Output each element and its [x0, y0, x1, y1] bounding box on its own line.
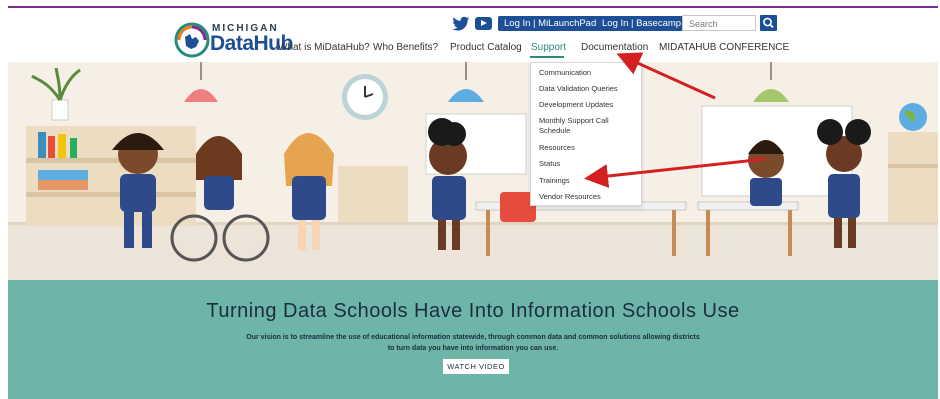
dropdown-item-data-validation-queries[interactable]: Data Validation Queries: [539, 84, 637, 94]
search-input[interactable]: Search: [682, 15, 756, 31]
dropdown-item-communication[interactable]: Communication: [539, 68, 637, 78]
dropdown-item-trainings[interactable]: Trainings: [539, 176, 637, 186]
dropdown-item-development-updates[interactable]: Development Updates: [539, 100, 637, 110]
login-milaunchpad-button[interactable]: Log In | MiLaunchPad: [498, 16, 603, 31]
nav-who-benefits[interactable]: Who Benefits?: [373, 42, 438, 53]
nav-active-underline: [530, 56, 564, 58]
nav-product-catalog[interactable]: Product Catalog: [450, 42, 522, 53]
banner-title: Turning Data Schools Have Into Informati…: [206, 300, 740, 322]
watch-video-button[interactable]: WATCH VIDEO: [443, 359, 509, 374]
dropdown-item-monthly-support-call[interactable]: Monthly Support Call: [539, 116, 637, 126]
youtube-icon[interactable]: [475, 17, 492, 30]
logo-mark-icon: [174, 22, 210, 58]
support-dropdown-menu: Communication Data Validation Queries De…: [530, 62, 642, 206]
dropdown-item-resources[interactable]: Resources: [539, 143, 637, 153]
twitter-icon[interactable]: [452, 16, 470, 32]
dropdown-item-monthly-support-call-schedule[interactable]: Schedule: [539, 126, 637, 136]
nav-documentation[interactable]: Documentation: [581, 42, 648, 53]
banner-description: Our vision is to streamline the use of e…: [238, 332, 708, 354]
dropdown-item-vendor-resources[interactable]: Vendor Resources: [539, 192, 637, 202]
michigan-datahub-logo[interactable]: MICHIGAN DataHub: [174, 18, 293, 60]
top-rule: [8, 6, 938, 8]
search-icon: [763, 17, 774, 29]
nav-midatahub-conference[interactable]: MIDATAHUB CONFERENCE: [659, 42, 789, 53]
dropdown-item-status[interactable]: Status: [539, 159, 637, 169]
hero-illustration: [8, 62, 938, 280]
classroom-illustration: [8, 62, 938, 280]
banner-description-line2: to turn data you have into information y…: [387, 345, 559, 352]
banner-description-line1: Our vision is to streamline the use of e…: [246, 334, 700, 341]
search-button[interactable]: [760, 15, 777, 31]
nav-what-is-midatahub[interactable]: What is MiDataHub?: [278, 42, 370, 53]
login-basecamp-button[interactable]: Log In | Basecamp: [596, 16, 688, 31]
vision-banner: Turning Data Schools Have Into Informati…: [8, 280, 938, 399]
nav-support[interactable]: Support: [531, 42, 566, 53]
